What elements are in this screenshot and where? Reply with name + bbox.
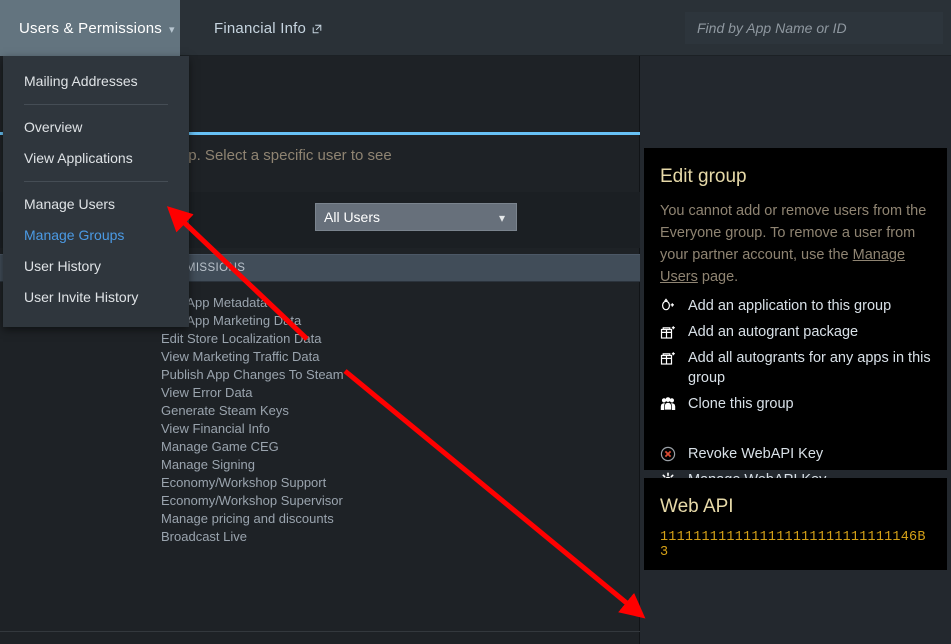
group-people-icon (660, 394, 686, 414)
action-label: Add all autogrants for any apps in this … (688, 350, 931, 386)
edit-group-description-text-after: page. (697, 269, 739, 285)
edit-group-title: Edit group (660, 166, 747, 187)
chevron-down-icon: ▾ (169, 23, 175, 36)
permission-item: Manage Signing (161, 457, 255, 472)
menu-separator (24, 104, 168, 105)
action-add-an-autogrant-package[interactable]: Add an autogrant package (660, 322, 931, 342)
nav-tab-users-permissions[interactable]: Users & Permissions ▾ (0, 0, 180, 56)
permission-item: Economy/Workshop Support (161, 475, 327, 490)
menu-item-overview[interactable]: Overview (3, 112, 189, 143)
search-input[interactable] (685, 12, 943, 44)
permission-item: Economy/Workshop Supervisor (161, 493, 343, 508)
permission-item: Edit App Metadata (161, 295, 268, 310)
action-clone-this-group[interactable]: Clone this group (660, 394, 931, 414)
menu-item-user-history[interactable]: User History (3, 251, 189, 282)
add-application-icon (660, 296, 686, 316)
edit-group-card: Edit group You cannot add or remove user… (644, 148, 947, 488)
menu-item-view-applications[interactable]: View Applications (3, 143, 189, 174)
action-label: Revoke WebAPI Key (688, 446, 824, 462)
permission-item: Manage Game CEG (161, 439, 279, 454)
edit-group-description: You cannot add or remove users from the … (660, 200, 931, 288)
edit-group-actions-list: Add an application to this group Add an a… (660, 296, 931, 414)
app-window: Users & Permissions ▾ Financial Info e g… (0, 0, 951, 644)
gift-plus-icon (660, 348, 686, 368)
top-navigation-bar: Users & Permissions ▾ Financial Info (0, 0, 951, 56)
menu-item-mailing-addresses[interactable]: Mailing Addresses (3, 66, 189, 97)
permission-item: Generate Steam Keys (161, 403, 289, 418)
action-label: Add an application to this group (688, 298, 892, 314)
action-label: Clone this group (688, 396, 794, 412)
nav-tab-label: Users & Permissions (19, 19, 162, 37)
permission-item: View Financial Info (161, 421, 270, 436)
menu-item-manage-users[interactable]: Manage Users (3, 189, 189, 220)
web-api-title: Web API (660, 496, 734, 517)
nav-tab-financial-info[interactable]: Financial Info (195, 0, 341, 56)
gift-plus-icon (660, 322, 686, 342)
permission-item: Edit Store Localization Data (161, 331, 322, 346)
action-add-all-autogrants-for-any-apps-in-this-group[interactable]: Add all autogrants for any apps in this … (660, 348, 931, 388)
menu-item-user-invite-history[interactable]: User Invite History (3, 282, 189, 313)
permission-item: Broadcast Live (161, 529, 247, 544)
action-add-an-application-to-this-group[interactable]: Add an application to this group (660, 296, 931, 316)
circle-x-icon (660, 444, 686, 464)
permission-group-divider (0, 631, 640, 632)
app-search-container (685, 12, 943, 44)
permission-group-1: Edit App Metadata Edit App Marketing Data… (161, 294, 621, 546)
users-permissions-dropdown-menu[interactable]: Mailing Addresses Overview View Applicatio… (3, 56, 189, 327)
permission-item: Edit App Marketing Data (161, 313, 302, 328)
web-api-card: Web API 1111111111111111111111111111146B… (644, 478, 947, 570)
permission-item: View Marketing Traffic Data (161, 349, 320, 364)
menu-item-manage-groups[interactable]: Manage Groups (3, 220, 189, 251)
permission-item: View Error Data (161, 385, 253, 400)
menu-separator (24, 181, 168, 182)
action-revoke-webapi-key[interactable]: Revoke WebAPI Key (660, 444, 931, 464)
nav-tab-label: Financial Info (214, 19, 307, 37)
user-filter-select[interactable]: All Users (315, 203, 517, 231)
action-label: Add an autogrant package (688, 324, 859, 340)
permission-item: Publish App Changes To Steam (161, 367, 344, 382)
sidebar-column: Edit group You cannot add or remove user… (640, 56, 951, 644)
web-api-key-value: 1111111111111111111111111111146B3 (660, 530, 926, 560)
permission-item: Manage pricing and discounts (161, 511, 334, 526)
actions-spacer (660, 420, 931, 438)
external-link-icon (312, 21, 322, 34)
